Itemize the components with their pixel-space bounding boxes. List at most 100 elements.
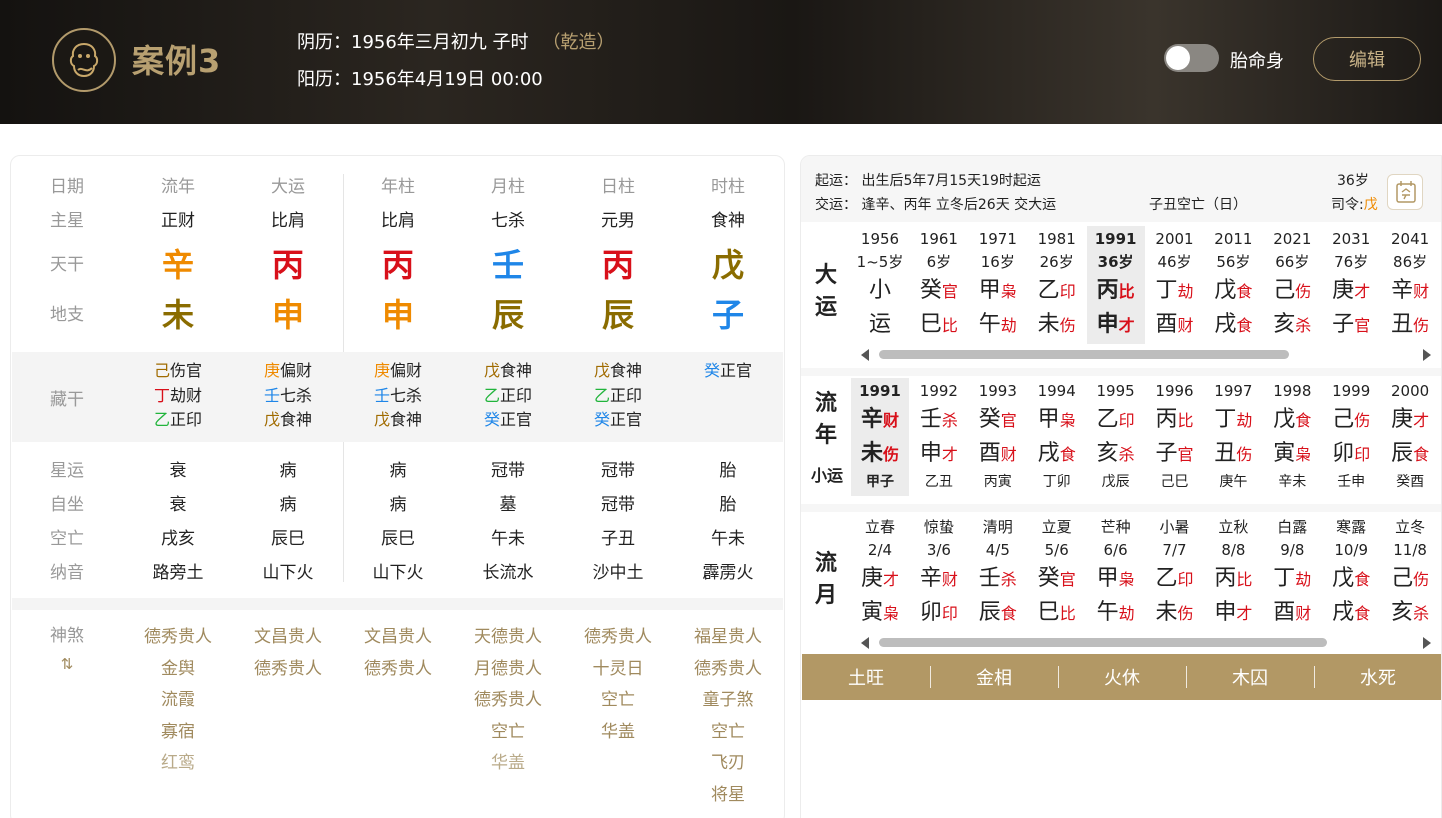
liunian-column[interactable]: 1997 丁劫 丑伤 庚午	[1204, 378, 1262, 496]
dayun-column[interactable]: 1981 26岁 乙印 未伤	[1028, 226, 1086, 344]
liuyue-column[interactable]: 小暑 7/7 乙印 未伤	[1146, 514, 1204, 632]
scroll-left-arrow-icon[interactable]	[861, 349, 869, 361]
liuyue-stem-god: 印	[1177, 570, 1194, 589]
liunian-column[interactable]: 2000 庚才 辰食 癸酉	[1381, 378, 1439, 496]
liuyue-column[interactable]: 立秋 8/8 丙比 申才	[1204, 514, 1262, 632]
liunian-column[interactable]: 1994 甲枭 戌食 丁卯	[1028, 378, 1086, 496]
shensha-item[interactable]: 德秀贵人	[343, 654, 453, 686]
calendar-today-icon[interactable]	[1387, 174, 1423, 210]
liuyue-column[interactable]: 芒种 6/6 甲枭 午劫	[1087, 514, 1145, 632]
xingyun-value: 冠带	[601, 461, 635, 481]
liunian-column[interactable]: 1993 癸官 酉财 丙寅	[969, 378, 1027, 496]
liuyue-branch-char: 卯	[919, 600, 942, 625]
scroll-thumb[interactable]	[879, 638, 1327, 647]
liunian-year: 1993	[978, 382, 1017, 400]
shensha-item[interactable]: 十灵日	[563, 654, 673, 686]
shensha-item[interactable]: 将星	[673, 780, 783, 812]
dayun-column[interactable]: 1961 6岁 癸官 巳比	[910, 226, 968, 344]
dayun-column[interactable]: 1991 36岁 丙比 申才	[1086, 226, 1145, 344]
liunian-column[interactable]: 1999 己伤 卯印 壬申	[1322, 378, 1380, 496]
liuyue-branch-god: 比	[1059, 604, 1076, 623]
edit-button[interactable]: 编辑	[1313, 37, 1421, 81]
dayun-column[interactable]: 1956 1~5岁小运	[851, 226, 909, 344]
row-nayin: 纳音 路旁土 山下火 山下火 长流水 沙中土 霹雳火	[11, 558, 784, 583]
nayin-value: 山下火	[372, 563, 424, 583]
shensha-item[interactable]: 空亡	[673, 717, 783, 749]
liuyue-branch: 寅枭	[851, 596, 909, 630]
shensha-item[interactable]: 文昌贵人	[343, 622, 453, 654]
shensha-item[interactable]: 文昌贵人	[233, 622, 343, 654]
liuyue-stem-god: 官	[1059, 570, 1076, 589]
liuyue-term: 立冬	[1395, 518, 1426, 536]
taimingshen-toggle[interactable]	[1164, 44, 1219, 72]
liuyue-scrollbar[interactable]	[861, 636, 1431, 649]
dayun-column[interactable]: 2041 86岁 辛财 丑伤	[1381, 226, 1439, 344]
zizuo-value: 胎	[719, 495, 737, 515]
liuyue-branch-god: 印	[941, 604, 958, 623]
dayun-branch: 申才	[1087, 308, 1145, 342]
liuyue-stem-god: 枭	[1118, 570, 1135, 589]
scroll-right-arrow-icon[interactable]	[1423, 637, 1431, 649]
scroll-thumb[interactable]	[879, 350, 1289, 359]
shensha-item[interactable]: 福星贵人	[673, 622, 783, 654]
dayun-scrollbar[interactable]	[861, 348, 1431, 361]
liuyue-column[interactable]: 立冬 11/8 己伤 亥杀	[1381, 514, 1439, 632]
dayun-year: 1991	[1094, 230, 1137, 248]
shensha-item[interactable]: 飞刃	[673, 748, 783, 780]
shensha-item[interactable]: 空亡	[563, 685, 673, 717]
dayun-year: 1971	[978, 230, 1017, 248]
shensha-item[interactable]: 天德贵人	[453, 622, 563, 654]
shensha-item[interactable]: 童子煞	[673, 685, 783, 717]
liunian-column[interactable]: 1992 壬杀 申才 乙丑	[910, 378, 968, 496]
shensha-item[interactable]: 月德贵人	[453, 654, 563, 686]
xiaoyun-value: 乙丑	[924, 474, 953, 490]
dayun-branch-char: 丑	[1391, 312, 1414, 337]
canggan-item: 癸正官	[453, 408, 563, 433]
liuyue-column[interactable]: 白露 9/8 丁劫 酉财	[1263, 514, 1321, 632]
liuyue-column[interactable]: 惊蛰 3/6 辛财 卯印	[910, 514, 968, 632]
shensha-item[interactable]: 流霞	[123, 685, 233, 717]
liunian-column[interactable]: 1996 丙比 子官 己巳	[1146, 378, 1204, 496]
shensha-item[interactable]: 德秀贵人	[453, 685, 563, 717]
dayun-column[interactable]: 2021 66岁 己伤 亥杀	[1263, 226, 1321, 344]
liunian-branch-char: 寅	[1273, 441, 1296, 466]
liunian-branch-god: 杀	[1118, 445, 1135, 464]
shensha-item[interactable]: 华盖	[563, 717, 673, 749]
liunian-year: 1996	[1155, 382, 1194, 400]
scroll-left-arrow-icon[interactable]	[861, 637, 869, 649]
liuyue-column[interactable]: 立春 2/4 庚才 寅枭	[851, 514, 909, 632]
liunian-column[interactable]: 1991 辛财 未伤 甲子	[851, 378, 909, 496]
liuyue-column[interactable]: 清明 4/5 壬杀 辰食	[969, 514, 1027, 632]
shensha-item[interactable]: 寡宿	[123, 717, 233, 749]
canggan-item: 乙正印	[453, 384, 563, 409]
shensha-item[interactable]: 德秀贵人	[673, 654, 783, 686]
col-head: 时柱	[711, 177, 745, 197]
dayun-column[interactable]: 2031 76岁 庚才 子官	[1322, 226, 1380, 344]
dayun-column[interactable]: 2001 46岁 丁劫 酉财	[1146, 226, 1204, 344]
shensha-item[interactable]: 金舆	[123, 654, 233, 686]
row-label: 空亡	[50, 529, 84, 549]
shensha-item[interactable]: 德秀贵人	[233, 654, 343, 686]
dayun-column[interactable]: 2011 56岁 戊食 戌食	[1204, 226, 1262, 344]
dayun-section: 大 运 1956 1~5岁小运 1961 6岁 癸官 巳比 1971 16岁 甲枭 午劫 1981 2…	[801, 226, 1441, 366]
shensha-item[interactable]: 华盖	[453, 748, 563, 780]
col-head: 日柱	[601, 177, 635, 197]
shensha-item[interactable]: 红鸾	[123, 748, 233, 780]
tiangan-char: 丙	[381, 246, 414, 284]
dayun-stem-char: 癸	[919, 278, 942, 303]
liunian-column[interactable]: 1995 乙印 亥杀 戊辰	[1087, 378, 1145, 496]
shensha-item[interactable]: 空亡	[453, 717, 563, 749]
shensha-item[interactable]: 德秀贵人	[563, 622, 673, 654]
liuyue-column[interactable]: 寒露 10/9 戊食 戌食	[1322, 514, 1380, 632]
dayun-branch: 亥杀	[1263, 308, 1321, 342]
canggan-item: 乙正印	[123, 408, 233, 433]
liunian-title-char: 年	[814, 423, 837, 448]
scroll-right-arrow-icon[interactable]	[1423, 349, 1431, 361]
liuyue-column[interactable]: 立夏 5/6 癸官 巳比	[1028, 514, 1086, 632]
canggan-god: 伤官	[170, 361, 203, 380]
dayun-column[interactable]: 1971 16岁 甲枭 午劫	[969, 226, 1027, 344]
liunian-column[interactable]: 1998 戊食 寅枭 辛未	[1263, 378, 1321, 496]
shensha-item[interactable]: 德秀贵人	[123, 622, 233, 654]
sort-icon[interactable]: ⇅	[11, 650, 123, 678]
dayun-stem-char: 庚	[1332, 278, 1355, 303]
